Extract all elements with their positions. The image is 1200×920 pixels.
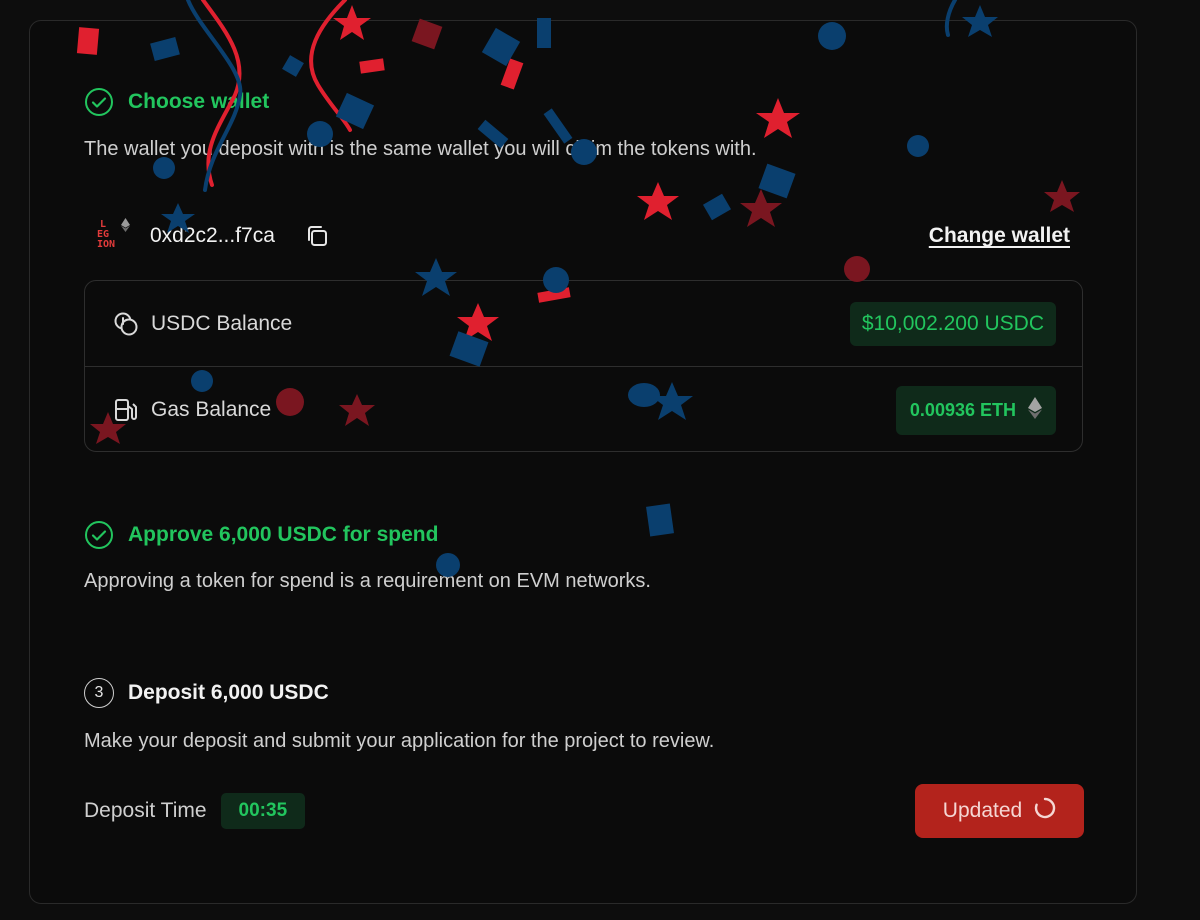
step-title: Deposit 6,000 USDC xyxy=(128,681,329,704)
step-title: Approve 6,000 USDC for spend xyxy=(128,523,439,546)
step-description: Make your deposit and submit your applic… xyxy=(84,730,715,752)
step-title: Choose wallet xyxy=(128,90,270,113)
deposit-time-label: Deposit Time xyxy=(84,799,207,822)
usdc-balance-value: $10,002.200 USDC xyxy=(849,301,1056,346)
wallet-address: 0xd2c2...f7ca xyxy=(150,224,275,247)
coins-icon xyxy=(111,309,141,339)
gas-balance-value: 0.00936 ETH xyxy=(909,399,1016,420)
step-description: Approving a token for spend is a require… xyxy=(84,570,651,592)
wallet-logo: L EG ION xyxy=(94,216,134,256)
step-number-badge: 3 xyxy=(84,678,114,708)
spinner-icon xyxy=(1034,797,1056,825)
balances-panel: USDC Balance $10,002.200 USDC Gas Balanc… xyxy=(84,280,1083,452)
updated-button[interactable]: Updated xyxy=(915,784,1084,838)
step-choose-wallet-header: Choose wallet xyxy=(84,87,269,117)
fuel-pump-icon xyxy=(111,395,141,425)
updated-button-label: Updated xyxy=(942,799,1023,822)
gas-balance-badge: 0.00936 ETH xyxy=(895,385,1056,435)
ethereum-icon xyxy=(1028,396,1042,424)
copy-icon[interactable] xyxy=(303,222,331,250)
step-description: The wallet you deposit with is the same … xyxy=(84,138,757,160)
usdc-balance-label: USDC Balance xyxy=(151,311,293,335)
deposit-timer: 00:35 xyxy=(220,793,306,829)
ethereum-icon xyxy=(121,218,130,235)
check-circle-icon xyxy=(84,87,114,117)
step-deposit-header: 3 Deposit 6,000 USDC xyxy=(84,678,329,708)
check-circle-icon xyxy=(84,520,114,550)
usdc-balance-row: USDC Balance $10,002.200 USDC xyxy=(85,281,1082,367)
step-approve-header: Approve 6,000 USDC for spend xyxy=(84,520,438,550)
gas-balance-row: Gas Balance 0.00936 ETH xyxy=(85,367,1082,453)
deposit-row: Deposit Time 00:35 Updated xyxy=(84,784,1084,838)
gas-balance-label: Gas Balance xyxy=(151,398,272,421)
wallet-row: L EG ION 0xd2c2...f7ca Change wallet xyxy=(94,214,1070,258)
change-wallet-link[interactable]: Change wallet xyxy=(929,224,1070,248)
